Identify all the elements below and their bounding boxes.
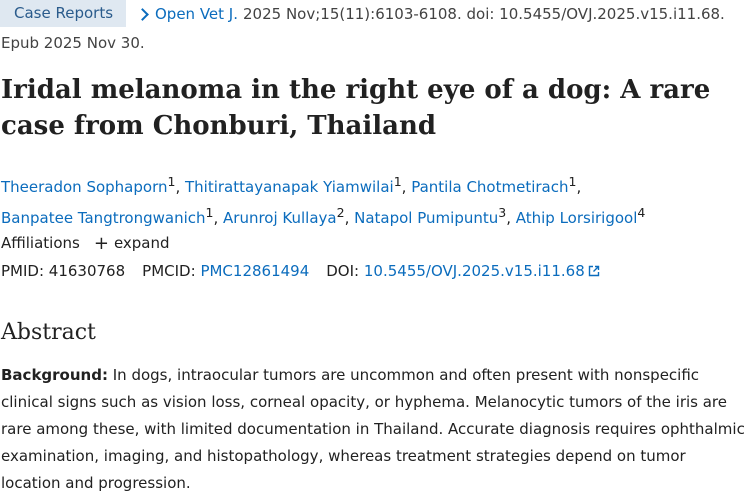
author-link[interactable]: Theeradon Sophaporn: [1, 178, 168, 196]
affiliations-row: Affiliations + expand: [1, 234, 170, 252]
pmid-value: 41630768: [48, 262, 126, 280]
author-item: Pantila Chotmetirach1,: [411, 174, 582, 196]
author-item: Banpatee Tangtrongwanich1,: [1, 205, 224, 227]
affiliation-ref[interactable]: 3: [498, 205, 506, 220]
author-item: Natapol Pumipuntu3,: [354, 205, 516, 227]
author-link[interactable]: Pantila Chotmetirach: [411, 178, 568, 196]
pmcid-link[interactable]: PMC12861494: [200, 262, 309, 280]
affiliations-label: Affiliations: [1, 234, 80, 252]
article-title: Iridal melanoma in the right eye of a do…: [1, 75, 711, 141]
doi-label: DOI:: [326, 262, 360, 280]
author-link[interactable]: Arunroj Kullaya: [223, 209, 337, 227]
author-link[interactable]: Thitirattayanapak Yiamwilai: [185, 178, 394, 196]
pmcid-label: PMCID:: [142, 262, 196, 280]
abstract-heading: Abstract: [1, 320, 96, 345]
affiliation-ref[interactable]: 4: [637, 205, 645, 220]
author-link[interactable]: Banpatee Tangtrongwanich: [1, 209, 206, 227]
epub-date: Epub 2025 Nov 30.: [1, 34, 145, 52]
pmid-label: PMID:: [1, 262, 45, 280]
background-label: Background:: [1, 366, 108, 384]
publication-type-badge[interactable]: Case Reports: [0, 0, 126, 27]
journal-link[interactable]: Open Vet J.: [136, 5, 238, 23]
chevron-right-icon: [136, 7, 149, 21]
authors-list: Theeradon Sophaporn1, Thitirattayanapak …: [1, 169, 746, 231]
doi-link[interactable]: 10.5455/OVJ.2025.v15.i11.68: [364, 262, 585, 280]
author-link[interactable]: Athip Lorsirigool: [516, 209, 638, 227]
author-item: Theeradon Sophaporn1,: [1, 174, 185, 196]
external-link-icon[interactable]: [588, 265, 600, 277]
journal-name[interactable]: Open Vet J.: [155, 5, 238, 23]
expand-label[interactable]: expand: [114, 234, 170, 252]
expand-affiliations-button[interactable]: + expand: [94, 234, 170, 252]
citation-details: 2025 Nov;15(11):6103-6108. doi: 10.5455/…: [243, 4, 725, 23]
identifiers-row: PMID: 41630768 PMCID: PMC12861494 DOI: 1…: [1, 262, 600, 280]
affiliation-ref[interactable]: 2: [337, 205, 345, 220]
abstract-background: Background: In dogs, intraocular tumors …: [1, 362, 746, 497]
author-item: Thitirattayanapak Yiamwilai1,: [185, 174, 412, 196]
affiliation-ref[interactable]: 1: [394, 174, 402, 189]
author-item: Athip Lorsirigool4: [516, 205, 646, 227]
plus-icon: +: [93, 232, 109, 254]
article-page: Case Reports Open Vet J. 2025 Nov;15(11)…: [0, 0, 750, 500]
author-item: Arunroj Kullaya2,: [223, 205, 355, 227]
background-text: In dogs, intraocular tumors are uncommon…: [1, 366, 745, 492]
citation-row: Case Reports Open Vet J. 2025 Nov;15(11)…: [0, 0, 750, 27]
author-link[interactable]: Natapol Pumipuntu: [354, 209, 498, 227]
